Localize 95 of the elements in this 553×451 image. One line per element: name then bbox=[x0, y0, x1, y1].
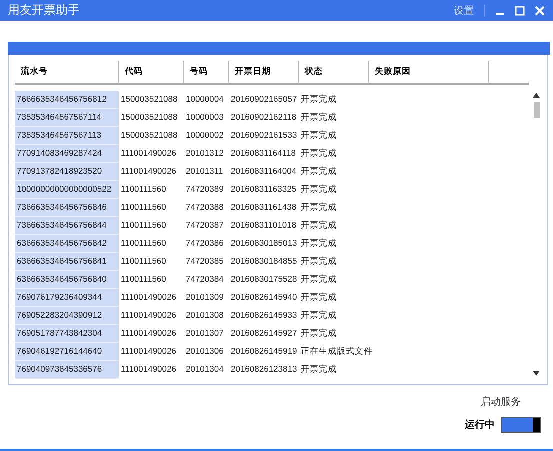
table-cell-text: 开票完成 bbox=[300, 165, 338, 178]
table-cell-text: 开票完成 bbox=[300, 291, 338, 304]
table-cell-text: 20101311 bbox=[185, 165, 224, 178]
table-cell: 770913782418923520 bbox=[15, 163, 119, 181]
table-cell-text: 20101309 bbox=[185, 291, 225, 304]
table-cell-text: 111001490026 bbox=[120, 363, 178, 376]
table-cell-text: 20160830185013 bbox=[230, 237, 298, 250]
column-header[interactable]: 失败原因 bbox=[369, 61, 489, 83]
table-cell-text: 1100111560 bbox=[120, 183, 168, 196]
table-cell-text: 开票完成 bbox=[300, 255, 338, 268]
table-cell-text: 开票完成 bbox=[300, 93, 338, 106]
table-cell-text: 111001490026 bbox=[120, 345, 178, 358]
table-cell: 769051787743842304 bbox=[15, 325, 119, 343]
table-cell-text: 150003521088 bbox=[120, 129, 179, 142]
table-cell-text: 开票完成 bbox=[300, 183, 338, 196]
table-cell-text: 20101304 bbox=[185, 363, 225, 376]
maximize-icon[interactable] bbox=[515, 6, 525, 16]
table-cell-text: 20160831164118 bbox=[230, 147, 297, 160]
table-cell-text: 111001490026 bbox=[120, 291, 178, 304]
table-cell: 7666635346456756812 bbox=[15, 91, 119, 109]
column-header[interactable]: 号码 bbox=[184, 61, 229, 83]
close-icon[interactable] bbox=[535, 6, 545, 16]
table-cell-text: 1100111560 bbox=[120, 255, 168, 268]
table-cell-text: 1100111560 bbox=[120, 273, 168, 286]
table-cell-text: 10000004 bbox=[185, 93, 225, 106]
table-cell-text: 20160831101018 bbox=[230, 219, 298, 232]
table-cell-text: 20101312 bbox=[185, 147, 225, 160]
service-label: 启动服务 bbox=[481, 396, 521, 409]
table-cell: 770914083469287424 bbox=[15, 145, 119, 163]
table-cell-text: 20160826145933 bbox=[230, 309, 298, 322]
table-cell: 7366635346456756844 bbox=[15, 217, 119, 235]
table-cell-text: 1100111560 bbox=[120, 237, 168, 250]
column-header[interactable]: 状态 bbox=[299, 61, 369, 83]
scroll-thumb[interactable] bbox=[534, 102, 540, 118]
table-cell-text: 20160831161438 bbox=[230, 201, 298, 214]
table-cell-text: 111001490026 bbox=[120, 147, 178, 160]
table-cell-text: 20160826145927 bbox=[230, 327, 298, 340]
table-cell: 769046192716144640 bbox=[15, 343, 119, 361]
table-cell-text: 10000002 bbox=[185, 129, 225, 142]
table-cell: 10000000000000000522 bbox=[15, 181, 119, 199]
scroll-down-icon[interactable] bbox=[533, 371, 540, 376]
table-cell: 7366635346456756846 bbox=[15, 199, 119, 217]
table-cell-text: 开票完成 bbox=[300, 147, 338, 160]
table-cell-text: 20160830184855 bbox=[230, 255, 298, 268]
table-cell-text: 开票完成 bbox=[300, 219, 338, 232]
table-cell-text: 20101306 bbox=[185, 345, 225, 358]
table-cell-text: 开票完成 bbox=[300, 111, 338, 124]
column-header[interactable]: 开票日期 bbox=[229, 61, 299, 83]
scroll-up-icon[interactable] bbox=[533, 93, 540, 98]
table-cell-text: 开票完成 bbox=[300, 273, 338, 286]
table-cell-text: 74720387 bbox=[185, 219, 225, 232]
table-cell-text: 20101308 bbox=[185, 309, 225, 322]
table-cell: 769076179236409344 bbox=[15, 289, 119, 307]
table-cell-text: 1100111560 bbox=[120, 201, 168, 214]
column-header[interactable]: 代码 bbox=[119, 61, 184, 83]
table-cell-text: 111001490026 bbox=[120, 309, 178, 322]
column-header[interactable]: 流水号 bbox=[15, 61, 119, 83]
settings-link[interactable]: 设置 bbox=[454, 4, 474, 18]
table-cell-text: 74720385 bbox=[185, 255, 225, 268]
table-cell-text: 74720384 bbox=[185, 273, 225, 286]
table-cell-text: 1100111560 bbox=[120, 219, 168, 232]
service-toggle[interactable] bbox=[501, 417, 541, 433]
window-title: 用友开票助手 bbox=[8, 2, 80, 19]
table-cell-text: 开票完成 bbox=[300, 129, 338, 142]
table-cell-text: 开票完成 bbox=[300, 363, 338, 376]
table-cell-text: 111001490026 bbox=[120, 165, 178, 178]
table-cell: 735353464567567114 bbox=[15, 109, 119, 127]
table-cell-text: 20160826145919 bbox=[230, 345, 298, 358]
table-cell-text: 20160902161533 bbox=[230, 129, 298, 142]
table-cell-text: 111001490026 bbox=[120, 327, 178, 340]
table-cell-text: 74720386 bbox=[185, 237, 225, 250]
table-cell-text: 10000003 bbox=[185, 111, 225, 124]
table-cell: 6366635346456756842 bbox=[15, 235, 119, 253]
table-cell-text: 74720389 bbox=[185, 183, 225, 196]
table-cell-text: 20160902165057 bbox=[230, 93, 298, 106]
table-cell-text: 20160826123813 bbox=[230, 363, 298, 376]
table-cell-text: 20160830175528 bbox=[230, 273, 298, 286]
table-cell: 6366635346456756840 bbox=[15, 271, 119, 289]
table-cell-text: 开票完成 bbox=[300, 327, 338, 340]
table-cell-text: 20101307 bbox=[185, 327, 225, 340]
table-cell-text: 74720388 bbox=[185, 201, 225, 214]
table-cell-text: 150003521088 bbox=[120, 111, 179, 124]
table-cell-text: 150003521088 bbox=[120, 93, 179, 106]
table-cell-text: 20160831163325 bbox=[230, 183, 298, 196]
table-cell-text: 开票完成 bbox=[300, 201, 338, 214]
table-cell: 769040973645336576 bbox=[15, 361, 119, 379]
table-cell: 735353464567567113 bbox=[15, 127, 119, 145]
table-cell-text: 20160831164004 bbox=[230, 165, 298, 178]
table-cell-text: 20160826145940 bbox=[230, 291, 298, 304]
status-label: 运行中 bbox=[465, 418, 495, 432]
table-cell-text: 20160902162118 bbox=[230, 111, 298, 124]
table-cell-text: 开票完成 bbox=[300, 237, 338, 250]
table-cell-text: 开票完成 bbox=[300, 309, 338, 322]
table-cell: 6366635346456756841 bbox=[15, 253, 119, 271]
table-cell: 769052283204390912 bbox=[15, 307, 119, 325]
